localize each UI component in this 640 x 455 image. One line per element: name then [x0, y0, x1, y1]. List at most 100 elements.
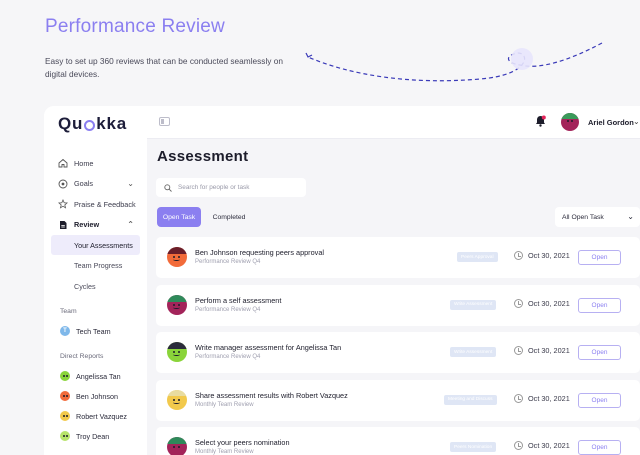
avatar — [60, 431, 70, 441]
page-title: Assessment — [157, 148, 249, 165]
tab-completed[interactable]: Completed — [209, 207, 249, 227]
sidebar-subitem-cycles[interactable]: Cycles — [51, 276, 140, 296]
sidebar-report-robert-vazquez[interactable]: Robert Vazquez — [51, 406, 140, 426]
avatar — [60, 371, 70, 381]
task-title: Write manager assessment for Angelissa T… — [195, 343, 342, 352]
task-list: Ben Johnson requesting peers approval Pe… — [156, 237, 640, 455]
clock-icon — [514, 298, 523, 308]
hero-subtitle: Easy to set up 360 reviews that can be c… — [45, 56, 283, 79]
chevron-down-icon: ⌄ — [627, 212, 634, 221]
sidebar-item-label: Review — [74, 220, 100, 229]
avatar — [167, 342, 187, 362]
user-name[interactable]: Ariel Gordon — [588, 118, 634, 127]
open-button[interactable]: Open — [578, 297, 621, 313]
open-button[interactable]: Open — [578, 392, 621, 408]
sidebar-nav: Home Goals ⌄ Praise & Feedback Review ⌃ … — [51, 153, 140, 446]
avatar — [167, 247, 187, 267]
status-badge: Peers Approval — [457, 252, 498, 262]
search-icon — [164, 183, 172, 192]
due-date: Oct 30, 2021 — [514, 393, 570, 403]
search-box[interactable] — [156, 178, 306, 197]
sidebar-subitem-your-assessments[interactable]: Your Assessments — [51, 235, 140, 255]
due-date-text: Oct 30, 2021 — [528, 441, 570, 450]
task-title: Select your peers nomination — [195, 438, 290, 447]
task-row[interactable]: Perform a self assessment Performance Re… — [156, 284, 640, 326]
logo-ring-icon — [84, 119, 96, 131]
sidebar-item-tech-team[interactable]: T Tech Team — [51, 321, 140, 341]
star-icon — [57, 199, 68, 210]
sidebar-item-praise-feedback[interactable]: Praise & Feedback — [51, 194, 140, 214]
sidebar-report-ben-johnson[interactable]: Ben Johnson — [51, 386, 140, 406]
team-name: Tech Team — [76, 326, 111, 336]
avatar — [60, 391, 70, 401]
avatar — [167, 389, 187, 410]
task-row[interactable]: Select your peers nomination Monthly Tea… — [156, 427, 640, 455]
avatar — [167, 437, 187, 455]
chevron-up-icon[interactable]: ⌃ — [127, 220, 134, 229]
team-section-label: Team — [60, 308, 77, 315]
sidebar-subitem-team-progress[interactable]: Team Progress — [51, 256, 140, 276]
clock-icon — [514, 251, 523, 260]
chevron-down-icon[interactable]: ⌄ — [633, 117, 640, 126]
status-badge: Write Assessment — [450, 299, 497, 310]
home-icon — [57, 158, 68, 169]
clock-icon — [514, 393, 523, 403]
top-bar: Ariel Gordon ⌄ — [147, 106, 640, 139]
task-title: Ben Johnson requesting peers approval — [195, 248, 324, 257]
task-title: Perform a self assessment — [195, 295, 282, 305]
sidebar-item-home[interactable]: Home — [51, 153, 140, 173]
main-content: Ariel Gordon ⌄ Assessment Open Task Comp… — [147, 106, 640, 455]
due-date: Oct 30, 2021 — [514, 298, 570, 308]
target-icon — [57, 178, 68, 189]
task-filter-dropdown[interactable]: All Open Task ⌄ — [555, 207, 640, 227]
document-icon — [57, 219, 68, 230]
report-name: Angelissa Tan — [76, 371, 121, 381]
sidebar-item-label: Praise & Feedback — [74, 199, 136, 209]
sidebar: Qu kka Home Goals ⌄ Praise & Feedback Re… — [44, 106, 147, 455]
user-avatar[interactable] — [561, 113, 579, 131]
due-date-text: Oct 30, 2021 — [528, 298, 570, 308]
avatar — [167, 294, 187, 315]
sidebar-item-goals[interactable]: Goals ⌄ — [51, 174, 140, 194]
decorative-dashed-arrow — [305, 42, 603, 82]
due-date-text: Oct 30, 2021 — [528, 393, 570, 403]
due-date-text: Oct 30, 2021 — [528, 346, 570, 355]
quokka-logo[interactable]: Qu kka — [58, 114, 127, 134]
report-name: Troy Dean — [76, 431, 110, 441]
sidebar-item-label: Goals — [74, 179, 94, 188]
status-badge: Meeting and Discuss — [444, 394, 497, 405]
filter-selected-value: All Open Task — [562, 213, 604, 221]
bell-icon[interactable] — [535, 115, 546, 127]
avatar — [60, 411, 70, 421]
sidebar-report-angelissa-tan[interactable]: Angelissa Tan — [51, 366, 140, 386]
clock-icon — [514, 346, 523, 355]
logo-text-suffix: kka — [96, 114, 127, 133]
sidebar-report-troy-dean[interactable]: Troy Dean — [51, 426, 140, 446]
report-name: Ben Johnson — [76, 391, 118, 401]
task-subtitle: Performance Review Q4 — [195, 354, 261, 360]
task-row[interactable]: Share assessment results with Robert Vaz… — [156, 379, 640, 421]
app-window: Qu kka Home Goals ⌄ Praise & Feedback Re… — [44, 106, 640, 455]
open-button[interactable]: Open — [578, 345, 621, 360]
chevron-down-icon[interactable]: ⌄ — [127, 179, 134, 188]
task-row[interactable]: Ben Johnson requesting peers approval Pe… — [156, 237, 640, 278]
open-button[interactable]: Open — [578, 440, 621, 455]
open-button[interactable]: Open — [578, 250, 621, 265]
due-date: Oct 30, 2021 — [514, 441, 570, 450]
search-input[interactable] — [178, 184, 298, 191]
team-avatar: T — [60, 326, 70, 336]
sidebar-toggle-icon[interactable] — [159, 117, 170, 126]
tab-open-task[interactable]: Open Task — [157, 207, 201, 227]
hero-title: Performance Review — [45, 16, 225, 37]
task-subtitle: Performance Review Q4 — [195, 306, 261, 313]
status-badge: Write Assessment — [450, 347, 497, 357]
task-subtitle: Monthly Team Review — [195, 401, 254, 408]
task-row[interactable]: Write manager assessment for Angelissa T… — [156, 332, 640, 373]
task-title: Share assessment results with Robert Vaz… — [195, 390, 348, 400]
sidebar-item-review[interactable]: Review ⌃ — [51, 215, 140, 235]
report-name: Robert Vazquez — [76, 411, 128, 421]
status-badge: Peers Nomination — [450, 442, 497, 452]
due-date: Oct 30, 2021 — [514, 346, 570, 355]
due-date-text: Oct 30, 2021 — [528, 251, 570, 260]
clock-icon — [514, 441, 523, 450]
